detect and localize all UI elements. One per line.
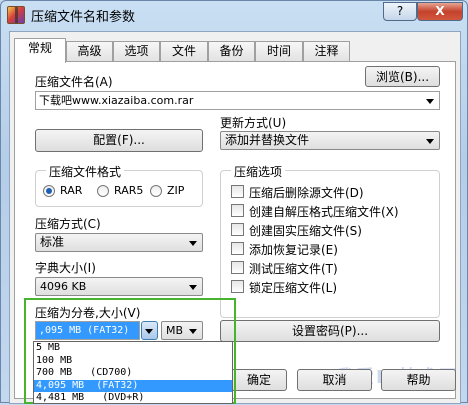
archive-name-value: 下载吧www.xiazaiba.com.rar <box>39 94 194 107</box>
split-volume-dropdown-list[interactable]: 5 MB 100 MB 700 MB (CD700) 4,095 MB (FAT… <box>33 341 233 404</box>
delete-after-label: 压缩后删除源文件(D) <box>249 186 364 200</box>
chevron-down-icon <box>426 99 434 104</box>
recovery-record-checkbox[interactable] <box>231 242 244 255</box>
dialog-window: 压缩文件名和参数 ? X 常规 高级 选项 文件 备份 时间 注释 压缩文件名(… <box>0 0 468 404</box>
compression-method-select[interactable]: 标准 <box>35 233 203 252</box>
split-option[interactable]: 5 MB <box>34 342 232 355</box>
archive-name-label: 压缩文件名(A) <box>35 75 113 89</box>
tab-files[interactable]: 文件 <box>160 41 208 61</box>
dictionary-size-value: 4096 KB <box>40 280 87 293</box>
archive-format-group: 压缩文件格式 RAR RAR5 ZIP <box>35 163 203 207</box>
compression-method-value: 标准 <box>40 235 65 249</box>
update-mode-select[interactable]: 添加并替换文件 <box>220 131 440 150</box>
update-mode-value: 添加并替换文件 <box>225 133 310 147</box>
split-option-selected[interactable]: 4,095 MB (FAT32) <box>34 379 232 392</box>
solid-label: 创建固实压缩文件(S) <box>249 224 362 238</box>
solid-checkbox[interactable] <box>231 223 244 236</box>
tab-backup[interactable]: 备份 <box>208 41 255 61</box>
format-zip-label: ZIP <box>167 184 185 197</box>
format-rar-label: RAR <box>60 184 83 197</box>
format-rar5-radio[interactable] <box>97 185 109 197</box>
sfx-checkbox[interactable] <box>231 204 244 217</box>
dictionary-size-select[interactable]: 4096 KB <box>35 277 203 296</box>
tab-comment[interactable]: 注释 <box>303 41 350 61</box>
format-zip-radio[interactable] <box>150 185 162 197</box>
delete-after-checkbox[interactable] <box>231 185 244 198</box>
set-password-button[interactable]: 设置密码(P)... <box>220 320 440 342</box>
tab-advanced[interactable]: 高级 <box>66 41 113 61</box>
split-option[interactable]: 100 MB <box>34 355 232 368</box>
chevron-down-icon <box>189 241 197 246</box>
browse-button[interactable]: 浏览(B)... <box>365 66 440 87</box>
split-option[interactable]: 700 MB (CD700) <box>34 367 232 380</box>
archive-format-title: 压缩文件格式 <box>46 163 125 180</box>
help-button[interactable]: 帮助 <box>381 369 456 391</box>
winrar-app-icon <box>7 6 25 24</box>
format-rar-radio[interactable] <box>43 185 55 197</box>
tab-options[interactable]: 选项 <box>113 41 160 61</box>
tab-time[interactable]: 时间 <box>255 41 303 61</box>
test-archive-label: 测试压缩文件(T) <box>249 262 338 276</box>
tab-general[interactable]: 常规 <box>14 38 66 63</box>
close-button[interactable]: X <box>417 2 463 21</box>
test-archive-checkbox[interactable] <box>231 261 244 274</box>
ok-button[interactable]: 确定 <box>231 369 287 391</box>
recovery-record-label: 添加恢复记录(E) <box>249 243 338 257</box>
lock-archive-label: 锁定压缩文件(L) <box>249 281 338 295</box>
archive-options-group: 压缩选项 压缩后删除源文件(D) 创建自解压格式压缩文件(X) 创建固实压缩文件… <box>220 163 440 318</box>
window-title: 压缩文件名和参数 <box>31 10 136 25</box>
cancel-button[interactable]: 取消 <box>297 369 372 391</box>
profiles-button[interactable]: 配置(F)... <box>35 129 203 152</box>
archive-name-input[interactable]: 下载吧www.xiazaiba.com.rar <box>35 91 440 110</box>
archive-options-title: 压缩选项 <box>231 163 286 180</box>
help-title-button[interactable]: ? <box>383 2 417 21</box>
lock-archive-checkbox[interactable] <box>231 280 244 293</box>
format-rar5-label: RAR5 <box>114 184 144 197</box>
title-bar[interactable]: 压缩文件名和参数 ? X <box>1 1 467 29</box>
update-mode-label: 更新方式(U) <box>220 116 287 130</box>
dictionary-size-label: 字典大小(I) <box>35 261 96 275</box>
chevron-down-icon <box>426 139 434 144</box>
sfx-label: 创建自解压格式压缩文件(X) <box>249 205 399 219</box>
compression-method-label: 压缩方式(C) <box>35 217 101 231</box>
chevron-down-icon <box>189 285 197 290</box>
